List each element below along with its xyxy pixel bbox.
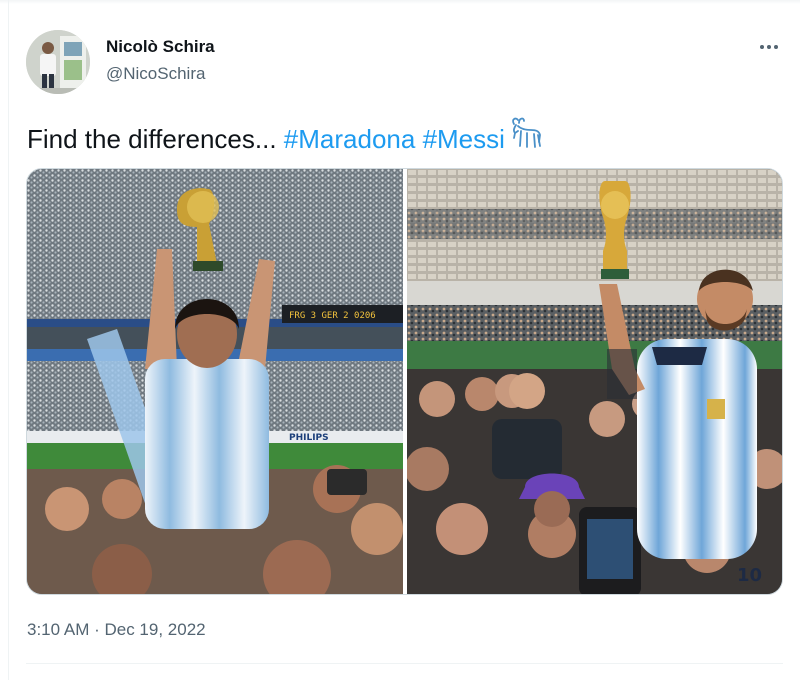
svg-text:PHILIPS: PHILIPS <box>289 433 329 443</box>
jersey-number: 10 <box>737 565 762 586</box>
media-grid: FRG 3 GER 2 0206 PHILIPS 10 <box>26 168 783 595</box>
divider <box>26 663 783 664</box>
goat-emoji-icon <box>507 116 545 161</box>
more-options-button[interactable] <box>752 34 786 60</box>
profile-photo-icon <box>26 30 90 94</box>
maradona-trophy-photo[interactable]: FRG 3 GER 2 0206 PHILIPS <box>27 169 403 594</box>
hashtag-maradona[interactable]: #Maradona <box>284 124 416 154</box>
tweet-timestamp[interactable]: 3:10 AM · Dec 19, 2022 <box>27 620 206 640</box>
author-handle[interactable]: @NicoSchira <box>106 64 205 84</box>
tweet-text: Find the differences... #Maradona #Messi <box>27 116 767 161</box>
author-name[interactable]: Nicolò Schira <box>106 37 215 57</box>
tweet-text-body: Find the differences... <box>27 124 284 154</box>
more-horizontal-icon <box>760 45 764 49</box>
hashtag-messi[interactable]: #Messi <box>423 124 505 154</box>
messi-trophy-photo[interactable]: 10 <box>407 169 782 594</box>
scoreboard-text: FRG 3 GER 2 0206 <box>289 311 376 321</box>
avatar[interactable] <box>26 30 90 94</box>
